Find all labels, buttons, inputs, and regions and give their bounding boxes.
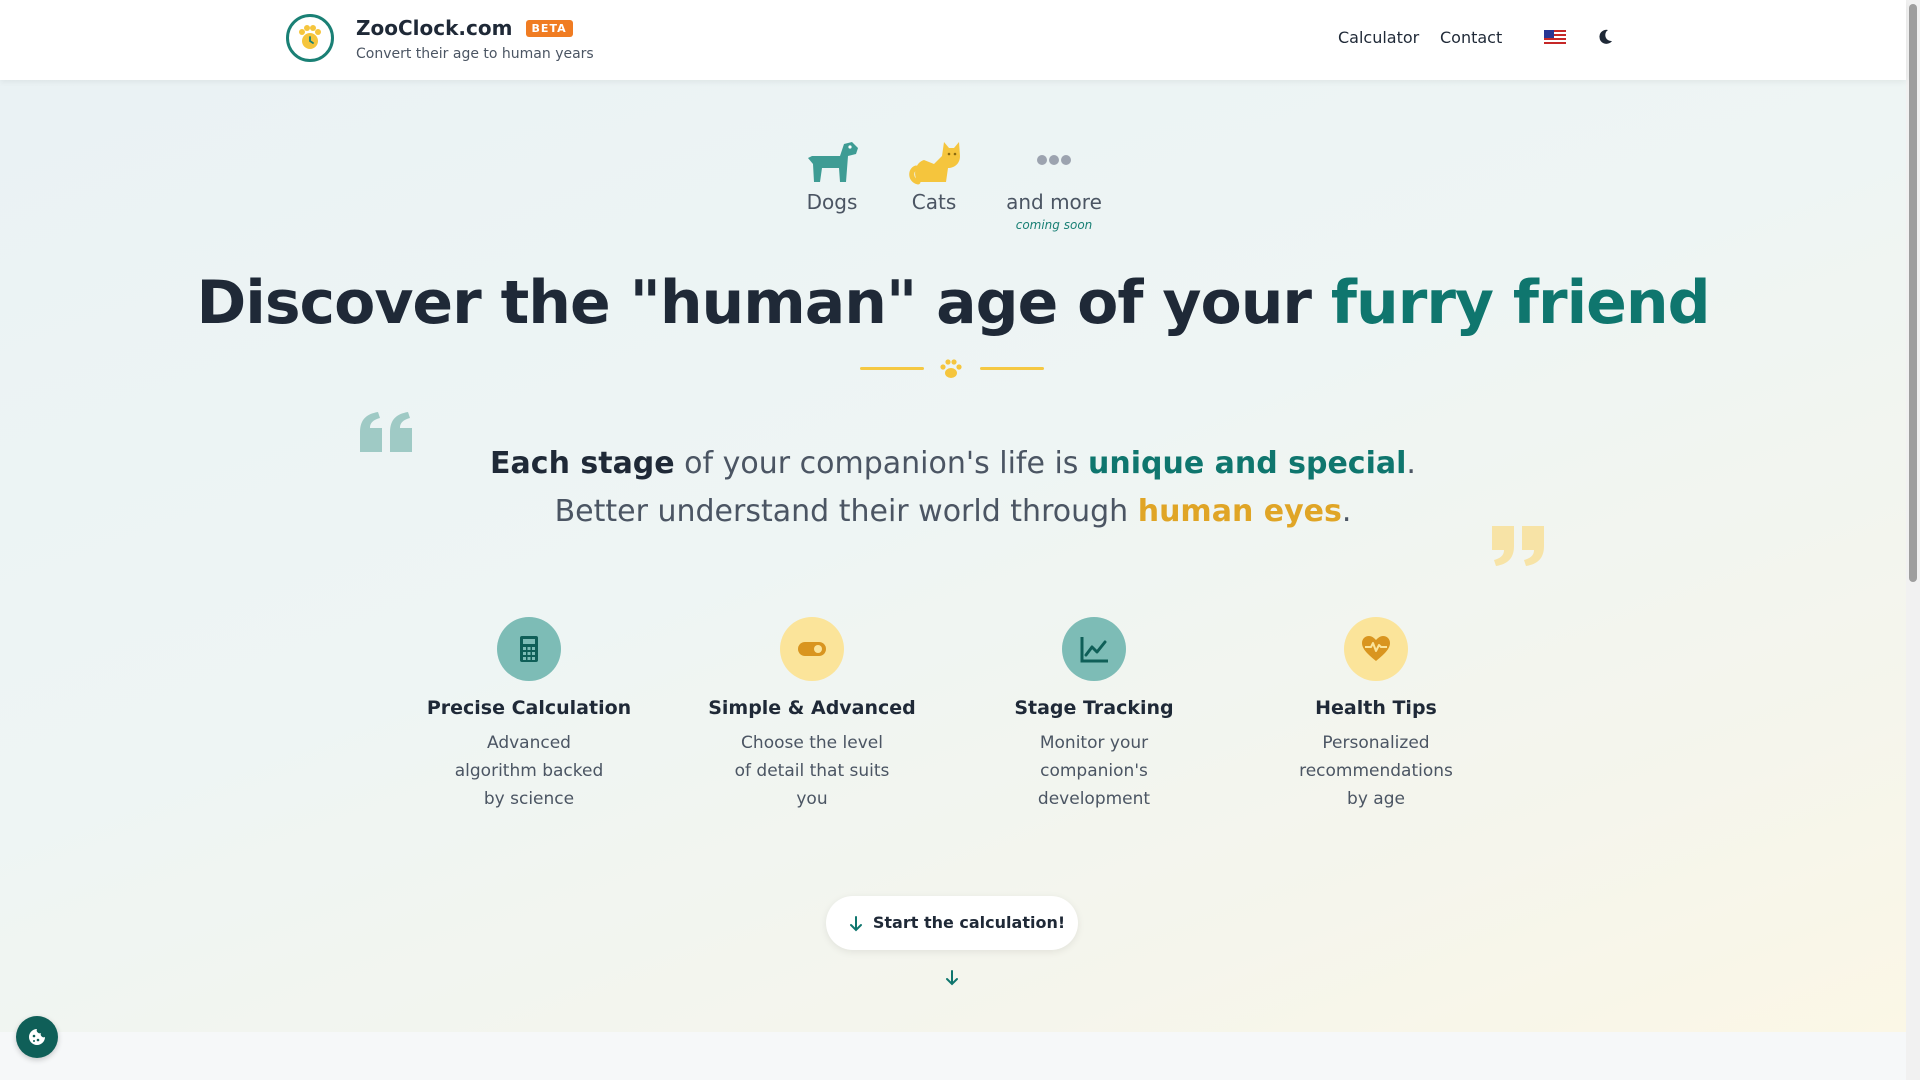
quote-strong: Each stage bbox=[490, 446, 675, 481]
cookie-settings-button[interactable] bbox=[16, 1016, 58, 1058]
quote-end: . bbox=[1341, 494, 1352, 529]
moon-icon[interactable] bbox=[1596, 28, 1616, 48]
headline-main: Discover the "human" age of your bbox=[196, 268, 1331, 338]
page-scrollbar[interactable] bbox=[1906, 0, 1920, 1080]
cat-icon bbox=[909, 142, 960, 185]
page-title: Discover the "human" age of your furry f… bbox=[0, 268, 1906, 338]
feature-desc: Personalized recommendations by age bbox=[1299, 733, 1453, 809]
nav-calculator[interactable]: Calculator bbox=[1338, 28, 1419, 47]
feature-precise-calculation: Precise Calculation Advanced algorithm b… bbox=[409, 617, 649, 813]
feature-health-tips: Health Tips Personalized recommendations… bbox=[1256, 617, 1496, 813]
headline-accent: furry friend bbox=[1330, 268, 1711, 338]
feature-desc: Monitor your companion's development bbox=[1037, 733, 1151, 809]
start-calculation-button[interactable]: Start the calculation! bbox=[826, 896, 1078, 985]
scrollbar-thumb[interactable] bbox=[1909, 4, 1917, 582]
beta-badge: BETA bbox=[525, 19, 573, 37]
nav-contact[interactable]: Contact bbox=[1440, 28, 1502, 47]
quote-line-2: Better understand their world through hu… bbox=[0, 488, 1906, 536]
chart-line-icon bbox=[1062, 617, 1126, 681]
coming-soon-note: coming soon bbox=[1015, 218, 1093, 232]
feature-desc: Advanced algorithm backed by science bbox=[454, 733, 604, 809]
dots-icon bbox=[1037, 155, 1071, 165]
calculator-icon bbox=[497, 617, 561, 681]
site-header: ZooClock.com BETA Convert their age to h… bbox=[0, 0, 1906, 80]
next-section bbox=[0, 1032, 1906, 1080]
cta-label: Start the calculation! bbox=[872, 913, 1066, 932]
quote-accent-gold: human eyes bbox=[1137, 494, 1342, 529]
feature-simple-advanced: Simple & Advanced Choose the level of de… bbox=[692, 617, 932, 813]
arrow-down-icon bbox=[946, 969, 958, 985]
dog-icon bbox=[808, 142, 858, 182]
feature-title: Simple & Advanced bbox=[708, 697, 916, 719]
brand-title: ZooClock.com bbox=[356, 16, 513, 40]
quote-line-1: Each stage of your companion's life is u… bbox=[0, 440, 1906, 488]
quote-accent-teal: unique and special bbox=[1087, 446, 1407, 481]
feature-stage-tracking: Stage Tracking Monitor your companion's … bbox=[974, 617, 1214, 813]
divider-left bbox=[860, 367, 924, 370]
quote-end: . bbox=[1406, 446, 1416, 481]
divider-right bbox=[980, 367, 1044, 370]
hero-section bbox=[0, 80, 1906, 1032]
quote-start: Better understand their world through bbox=[554, 494, 1138, 529]
animal-cats[interactable]: Cats bbox=[874, 134, 994, 214]
paw-icon bbox=[938, 356, 964, 386]
brand[interactable]: ZooClock.com BETA Convert their age to h… bbox=[356, 16, 594, 62]
brand-subtitle: Convert their age to human years bbox=[356, 46, 594, 62]
feature-title: Health Tips bbox=[1315, 697, 1437, 719]
feature-title: Precise Calculation bbox=[426, 697, 632, 719]
us-flag-icon[interactable] bbox=[1544, 30, 1566, 46]
animal-more: and more coming soon bbox=[994, 134, 1114, 232]
animal-label: and more bbox=[1006, 190, 1102, 214]
quote-mid: of your companion's life is bbox=[674, 446, 1088, 481]
heart-pulse-icon bbox=[1344, 617, 1408, 681]
paw-clock-icon[interactable] bbox=[286, 14, 334, 62]
animal-label: Cats bbox=[911, 190, 957, 214]
arrow-down-icon bbox=[849, 915, 862, 931]
toggle-icon bbox=[780, 617, 844, 681]
feature-desc: Choose the level of detail that suits yo… bbox=[734, 733, 890, 809]
feature-title: Stage Tracking bbox=[1014, 697, 1174, 719]
cookie-icon bbox=[29, 1029, 45, 1045]
